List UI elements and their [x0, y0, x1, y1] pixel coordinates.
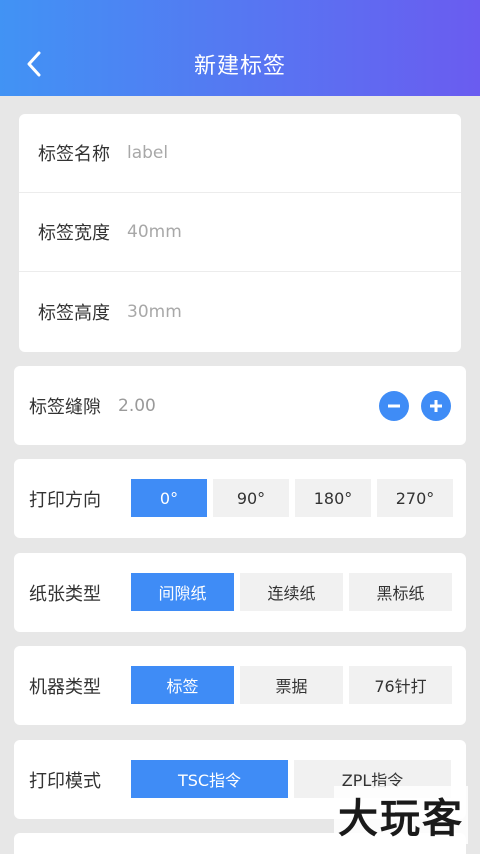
watermark-logo: 大玩客	[334, 786, 468, 844]
label-name-label: 标签名称	[38, 144, 110, 165]
print-mode-label: 打印模式	[29, 770, 101, 792]
label-width-row: 标签宽度	[19, 193, 461, 272]
direction-card: 打印方向 0° 90° 180° 270°	[14, 459, 466, 538]
gap-value[interactable]: 2.00	[118, 396, 156, 416]
direction-label: 打印方向	[29, 489, 101, 511]
paper-type-options: 间隙纸 连续纸 黑标纸	[131, 573, 452, 611]
machine-type-options: 标签 票据 76针打	[131, 666, 452, 704]
gap-card: 标签缝隙 2.00	[14, 366, 466, 445]
plus-icon	[430, 400, 442, 412]
label-name-input[interactable]	[127, 143, 427, 163]
paper-option-gap[interactable]: 间隙纸	[131, 573, 234, 611]
machine-type-card: 机器类型 标签 票据 76针打	[14, 646, 466, 725]
increase-gap-button[interactable]	[421, 391, 451, 421]
direction-option-0[interactable]: 0°	[131, 479, 207, 517]
label-height-label: 标签高度	[38, 302, 110, 324]
machine-option-label[interactable]: 标签	[131, 666, 234, 704]
label-width-label: 标签宽度	[38, 223, 110, 244]
paper-type-card: 纸张类型 间隙纸 连续纸 黑标纸	[14, 553, 466, 632]
machine-option-receipt[interactable]: 票据	[240, 666, 343, 704]
page-title: 新建标签	[193, 54, 286, 79]
app-header: 新建标签	[0, 0, 480, 96]
label-name-row: 标签名称	[19, 114, 461, 193]
paper-type-label: 纸张类型	[29, 583, 101, 605]
mode-option-tsc[interactable]: TSC指令	[131, 760, 288, 798]
machine-option-76dot[interactable]: 76针打	[349, 666, 452, 704]
paper-option-continuous[interactable]: 连续纸	[240, 573, 343, 611]
direction-option-90[interactable]: 90°	[213, 479, 289, 517]
gap-label: 标签缝隙	[29, 396, 101, 418]
direction-options: 0° 90° 180° 270°	[131, 479, 453, 517]
label-height-input[interactable]	[127, 301, 427, 322]
minus-icon	[388, 404, 400, 408]
label-width-input[interactable]	[127, 222, 427, 242]
direction-option-270[interactable]: 270°	[377, 479, 453, 517]
paper-option-blackmark[interactable]: 黑标纸	[349, 573, 452, 611]
direction-option-180[interactable]: 180°	[295, 479, 371, 517]
decrease-gap-button[interactable]	[379, 391, 409, 421]
basic-info-card: 标签名称 标签宽度 标签高度	[19, 114, 461, 352]
machine-type-label: 机器类型	[29, 676, 101, 698]
label-height-row: 标签高度	[19, 272, 461, 351]
